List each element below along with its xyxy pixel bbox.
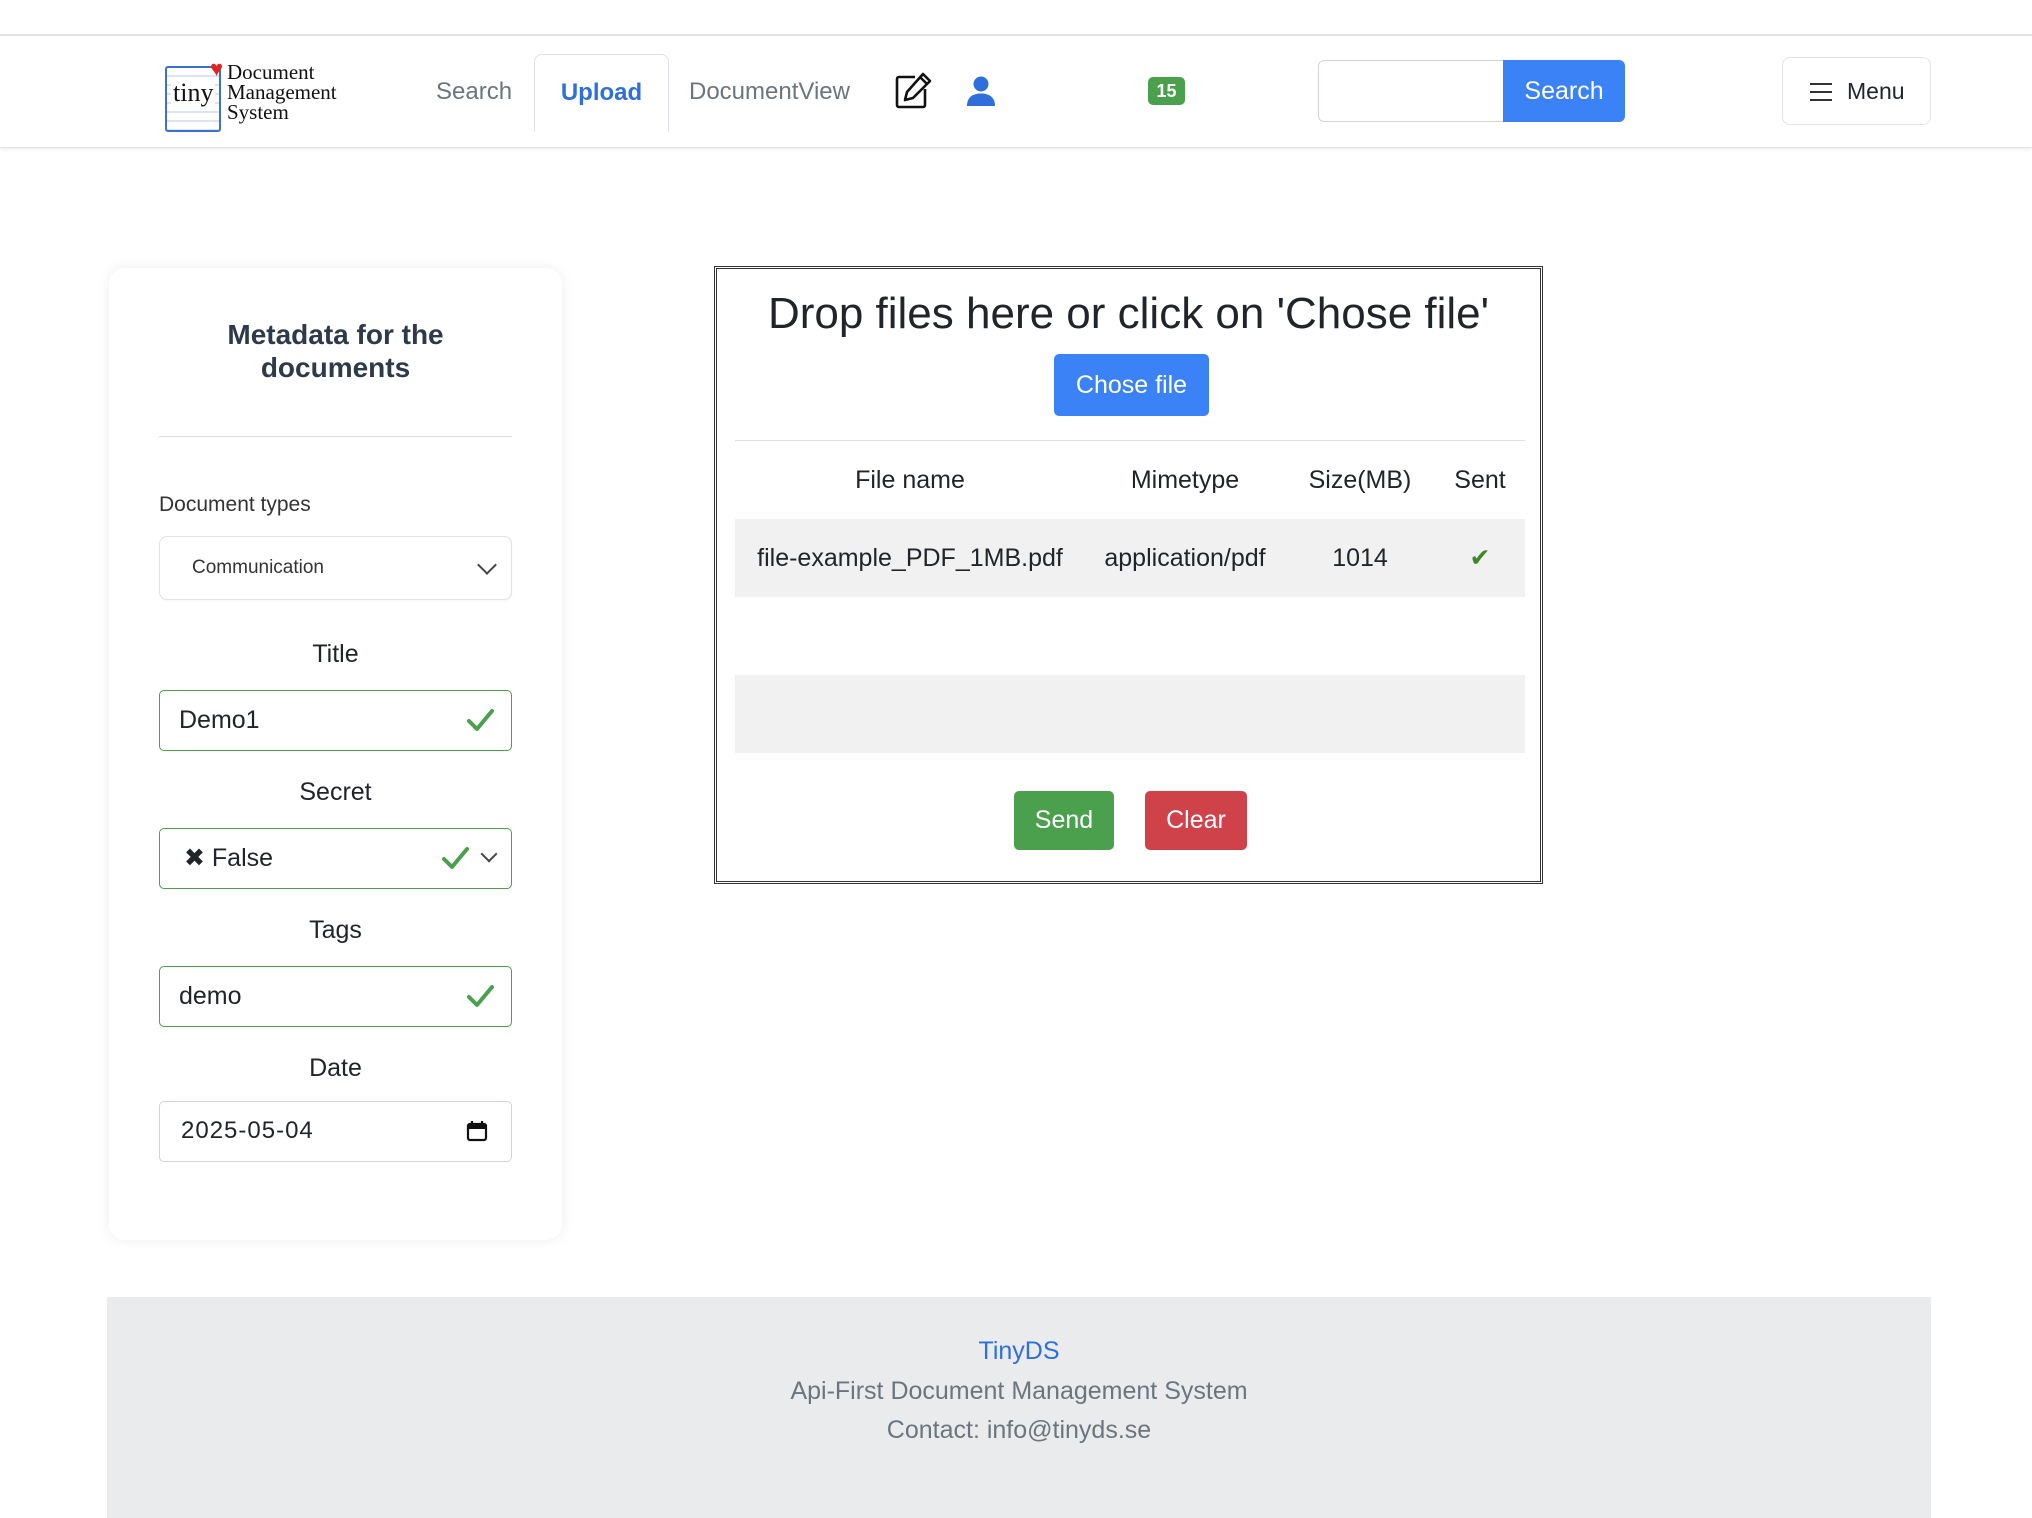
chose-file-button[interactable]: Chose file [1054,354,1209,416]
app-logo[interactable]: tiny ♥ Document Management System [165,56,355,132]
file-table: File name Mimetype Size(MB) Sent file-ex… [735,441,1525,753]
column-header-size: Size(MB) [1308,466,1412,494]
valid-check-icon [442,847,469,869]
mimetype-cell: application/pdf [1104,544,1266,572]
metadata-title-line-2: documents [260,352,411,383]
edit-icon[interactable] [893,71,933,111]
table-row[interactable]: file-example_PDF_1MB.pdf application/pdf… [735,519,1525,597]
table-row-empty [735,675,1525,753]
date-value: 2025-05-04 [181,1117,314,1144]
date-field[interactable]: 2025-05-04 [159,1101,512,1162]
tags-label: Tags [309,916,362,944]
tags-value: demo [179,982,242,1010]
menu-button[interactable]: Menu [1782,57,1931,125]
document-types-label: Document types [159,493,311,516]
logo-wordmark: Document Management System [227,60,337,124]
nav-documentview-link[interactable]: DocumentView [689,54,850,130]
column-header-sent: Sent [1454,466,1506,494]
logo-tiny-text: tiny [171,78,216,107]
search-button[interactable]: Search [1503,60,1625,122]
table-row-empty [735,597,1525,675]
menu-label: Menu [1847,78,1905,104]
search-input[interactable] [1318,60,1506,122]
calendar-icon[interactable] [466,1120,488,1142]
heart-icon: ♥ [210,56,224,81]
nav-upload-tab[interactable]: Upload [534,54,669,132]
document-types-select[interactable]: Communication [159,536,512,600]
title-field[interactable]: Demo1 [159,690,512,751]
title-value: Demo1 [179,706,260,734]
metadata-card: Metadata for the documents Document type… [109,268,562,1240]
logo-line-1: Document [227,60,315,84]
logo-line-3: System [227,100,289,124]
column-header-file-name: File name [855,466,965,494]
column-header-mimetype: Mimetype [1130,466,1240,494]
date-label: Date [309,1054,362,1082]
clear-button[interactable]: Clear [1145,791,1247,850]
valid-check-icon [467,985,494,1007]
tags-field[interactable]: demo [159,966,512,1027]
chevron-down-icon [477,555,497,575]
send-button[interactable]: Send [1014,791,1114,850]
user-icon[interactable] [966,75,996,107]
footer: TinyDS Api-First Document Management Sys… [107,1297,1931,1518]
file-drop-zone[interactable]: Drop files here or click on 'Chose file'… [714,266,1543,884]
footer-tagline: Api-First Document Management System [790,1377,1248,1405]
secret-label: Secret [299,778,372,806]
secret-value: ✖ False [184,844,274,872]
nav-search-link[interactable]: Search [436,54,512,130]
drop-instructions: Drop files here or click on 'Chose file' [767,289,1490,338]
notification-count-badge[interactable]: 15 [1148,77,1185,105]
chevron-down-icon [480,845,498,863]
navbar: tiny ♥ Document Management System Search… [0,36,2032,148]
logo-line-2: Management [227,80,337,104]
footer-contact: Contact: info@tinyds.se [886,1416,1152,1444]
footer-brand-link[interactable]: TinyDS [107,1337,1931,1366]
table-header-row: File name Mimetype Size(MB) Sent [735,441,1525,519]
sent-check-icon: ✔ [1469,544,1491,572]
file-name-cell: file-example_PDF_1MB.pdf [757,544,1063,572]
secret-select[interactable]: ✖ False [159,828,512,889]
divider [159,436,512,437]
size-cell: 1014 [1332,544,1388,572]
valid-check-icon [467,709,494,731]
metadata-title-line-1: Metadata for the [227,319,444,350]
metadata-title: Metadata for the documents [109,318,562,384]
document-types-value: Communication [192,557,324,578]
title-label: Title [312,640,359,668]
hamburger-icon [1810,83,1832,101]
